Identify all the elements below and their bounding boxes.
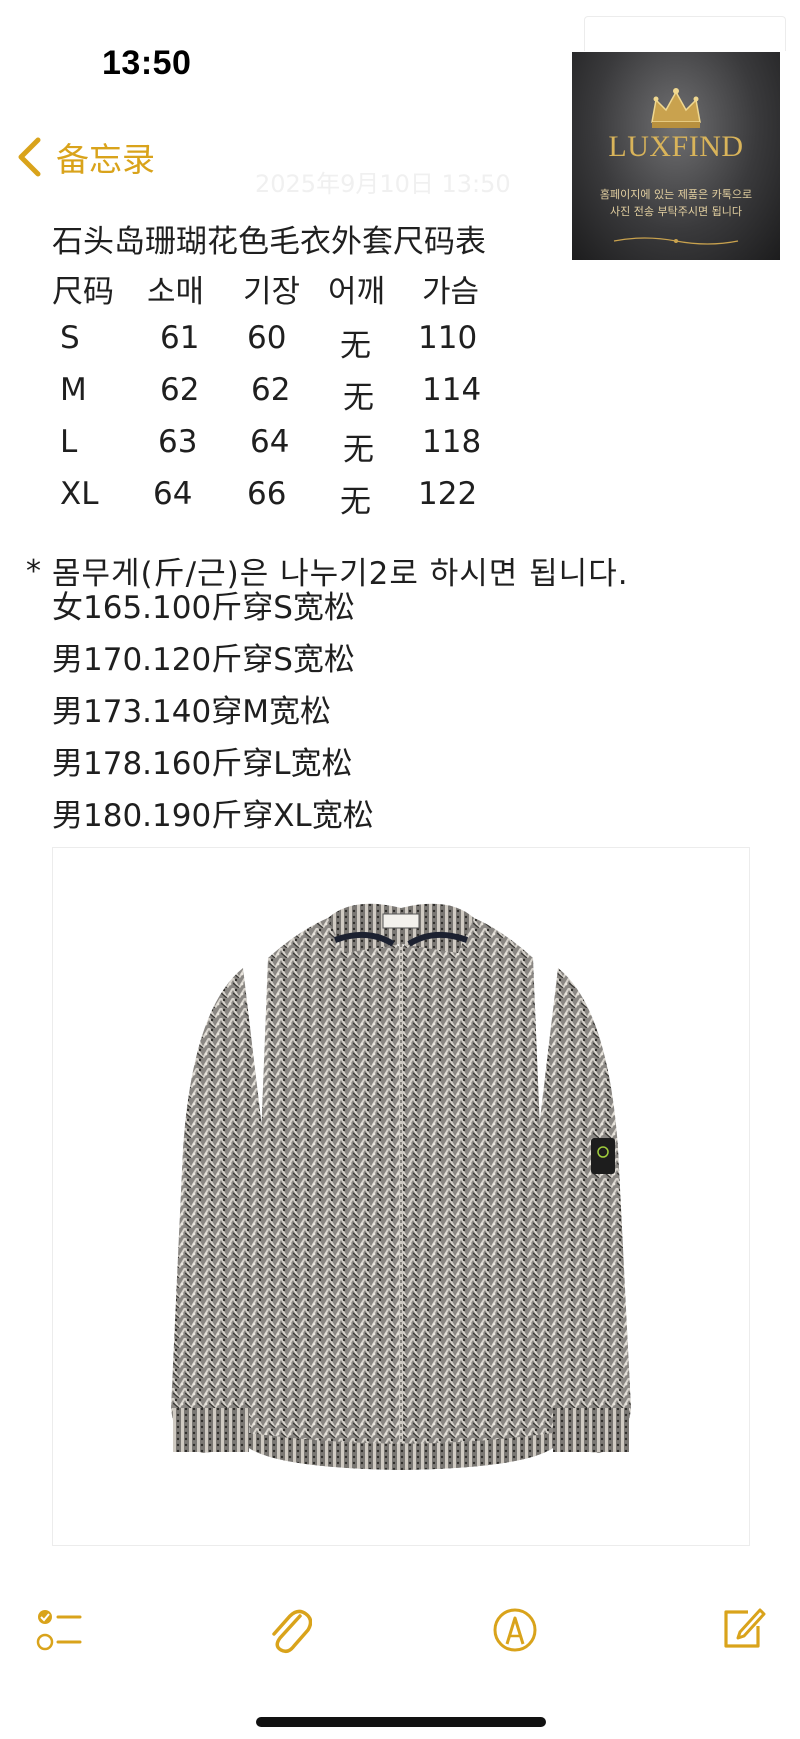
ad-text-line-2: 사진 전송 부탁주시면 됩니다 <box>610 205 742 218</box>
luxfind-ad-banner[interactable]: LUXFIND 홈페이지에 있는 제품은 카톡으로 사진 전송 부탁주시면 됩니… <box>572 52 780 260</box>
cell-size: S <box>60 320 80 356</box>
cell-chest: 110 <box>418 320 478 356</box>
header-length: 기장 <box>243 274 301 310</box>
note-date: 2025年9月10日 13:50 <box>255 170 511 198</box>
cell-shoulder: 无 <box>340 328 371 364</box>
ad-frame <box>584 16 786 51</box>
back-button[interactable]: 备忘录 <box>16 134 155 180</box>
fit-line: 男180.190斤穿XL宽松 <box>52 798 374 834</box>
cell-length: 60 <box>247 320 287 356</box>
cell-size: XL <box>60 476 99 512</box>
ornament-icon <box>613 237 739 245</box>
cell-chest: 118 <box>422 424 482 460</box>
ad-text-line-1: 홈페이지에 있는 제품은 카톡으로 <box>599 188 753 201</box>
paperclip-icon[interactable] <box>266 1604 312 1656</box>
home-indicator[interactable] <box>256 1717 546 1727</box>
cell-size: L <box>60 424 78 460</box>
header-shoulder: 어깨 <box>328 274 386 310</box>
cell-sleeve: 63 <box>158 424 198 460</box>
cell-length: 62 <box>251 372 291 408</box>
fit-line: 男178.160斤穿L宽松 <box>52 746 353 782</box>
fit-line: 男173.140穿M宽松 <box>52 694 331 730</box>
fit-line: 女165.100斤穿S宽松 <box>52 590 355 626</box>
chevron-left-icon <box>18 137 41 177</box>
note-title: 石头岛珊瑚花色毛衣外套尺码表 <box>52 224 486 260</box>
cell-length: 64 <box>250 424 290 460</box>
cell-chest: 114 <box>422 372 482 408</box>
cell-shoulder: 无 <box>340 484 371 520</box>
product-image[interactable] <box>52 847 750 1546</box>
header-size: 尺码 <box>52 274 114 310</box>
cell-length: 66 <box>247 476 287 512</box>
cell-sleeve: 61 <box>160 320 200 356</box>
knit-cardigan-image <box>171 903 631 1470</box>
cell-size: M <box>60 372 87 408</box>
fit-line: 男170.120斤穿S宽松 <box>52 642 355 678</box>
bullet-star: * <box>26 554 41 589</box>
cell-shoulder: 无 <box>343 380 374 416</box>
crown-icon <box>651 88 701 128</box>
ad-brand-logo: LUXFIND <box>608 130 744 163</box>
markup-pen-icon[interactable] <box>492 1606 538 1654</box>
checklist-icon[interactable] <box>36 1606 82 1654</box>
header-chest: 가슴 <box>422 274 480 310</box>
back-label: 备忘录 <box>56 140 155 179</box>
cell-chest: 122 <box>418 476 478 512</box>
status-time: 13:50 <box>102 44 192 82</box>
cell-sleeve: 64 <box>153 476 193 512</box>
cell-shoulder: 无 <box>343 432 374 468</box>
cell-sleeve: 62 <box>160 372 200 408</box>
compose-icon[interactable] <box>720 1604 766 1652</box>
header-sleeve: 소매 <box>147 274 205 310</box>
